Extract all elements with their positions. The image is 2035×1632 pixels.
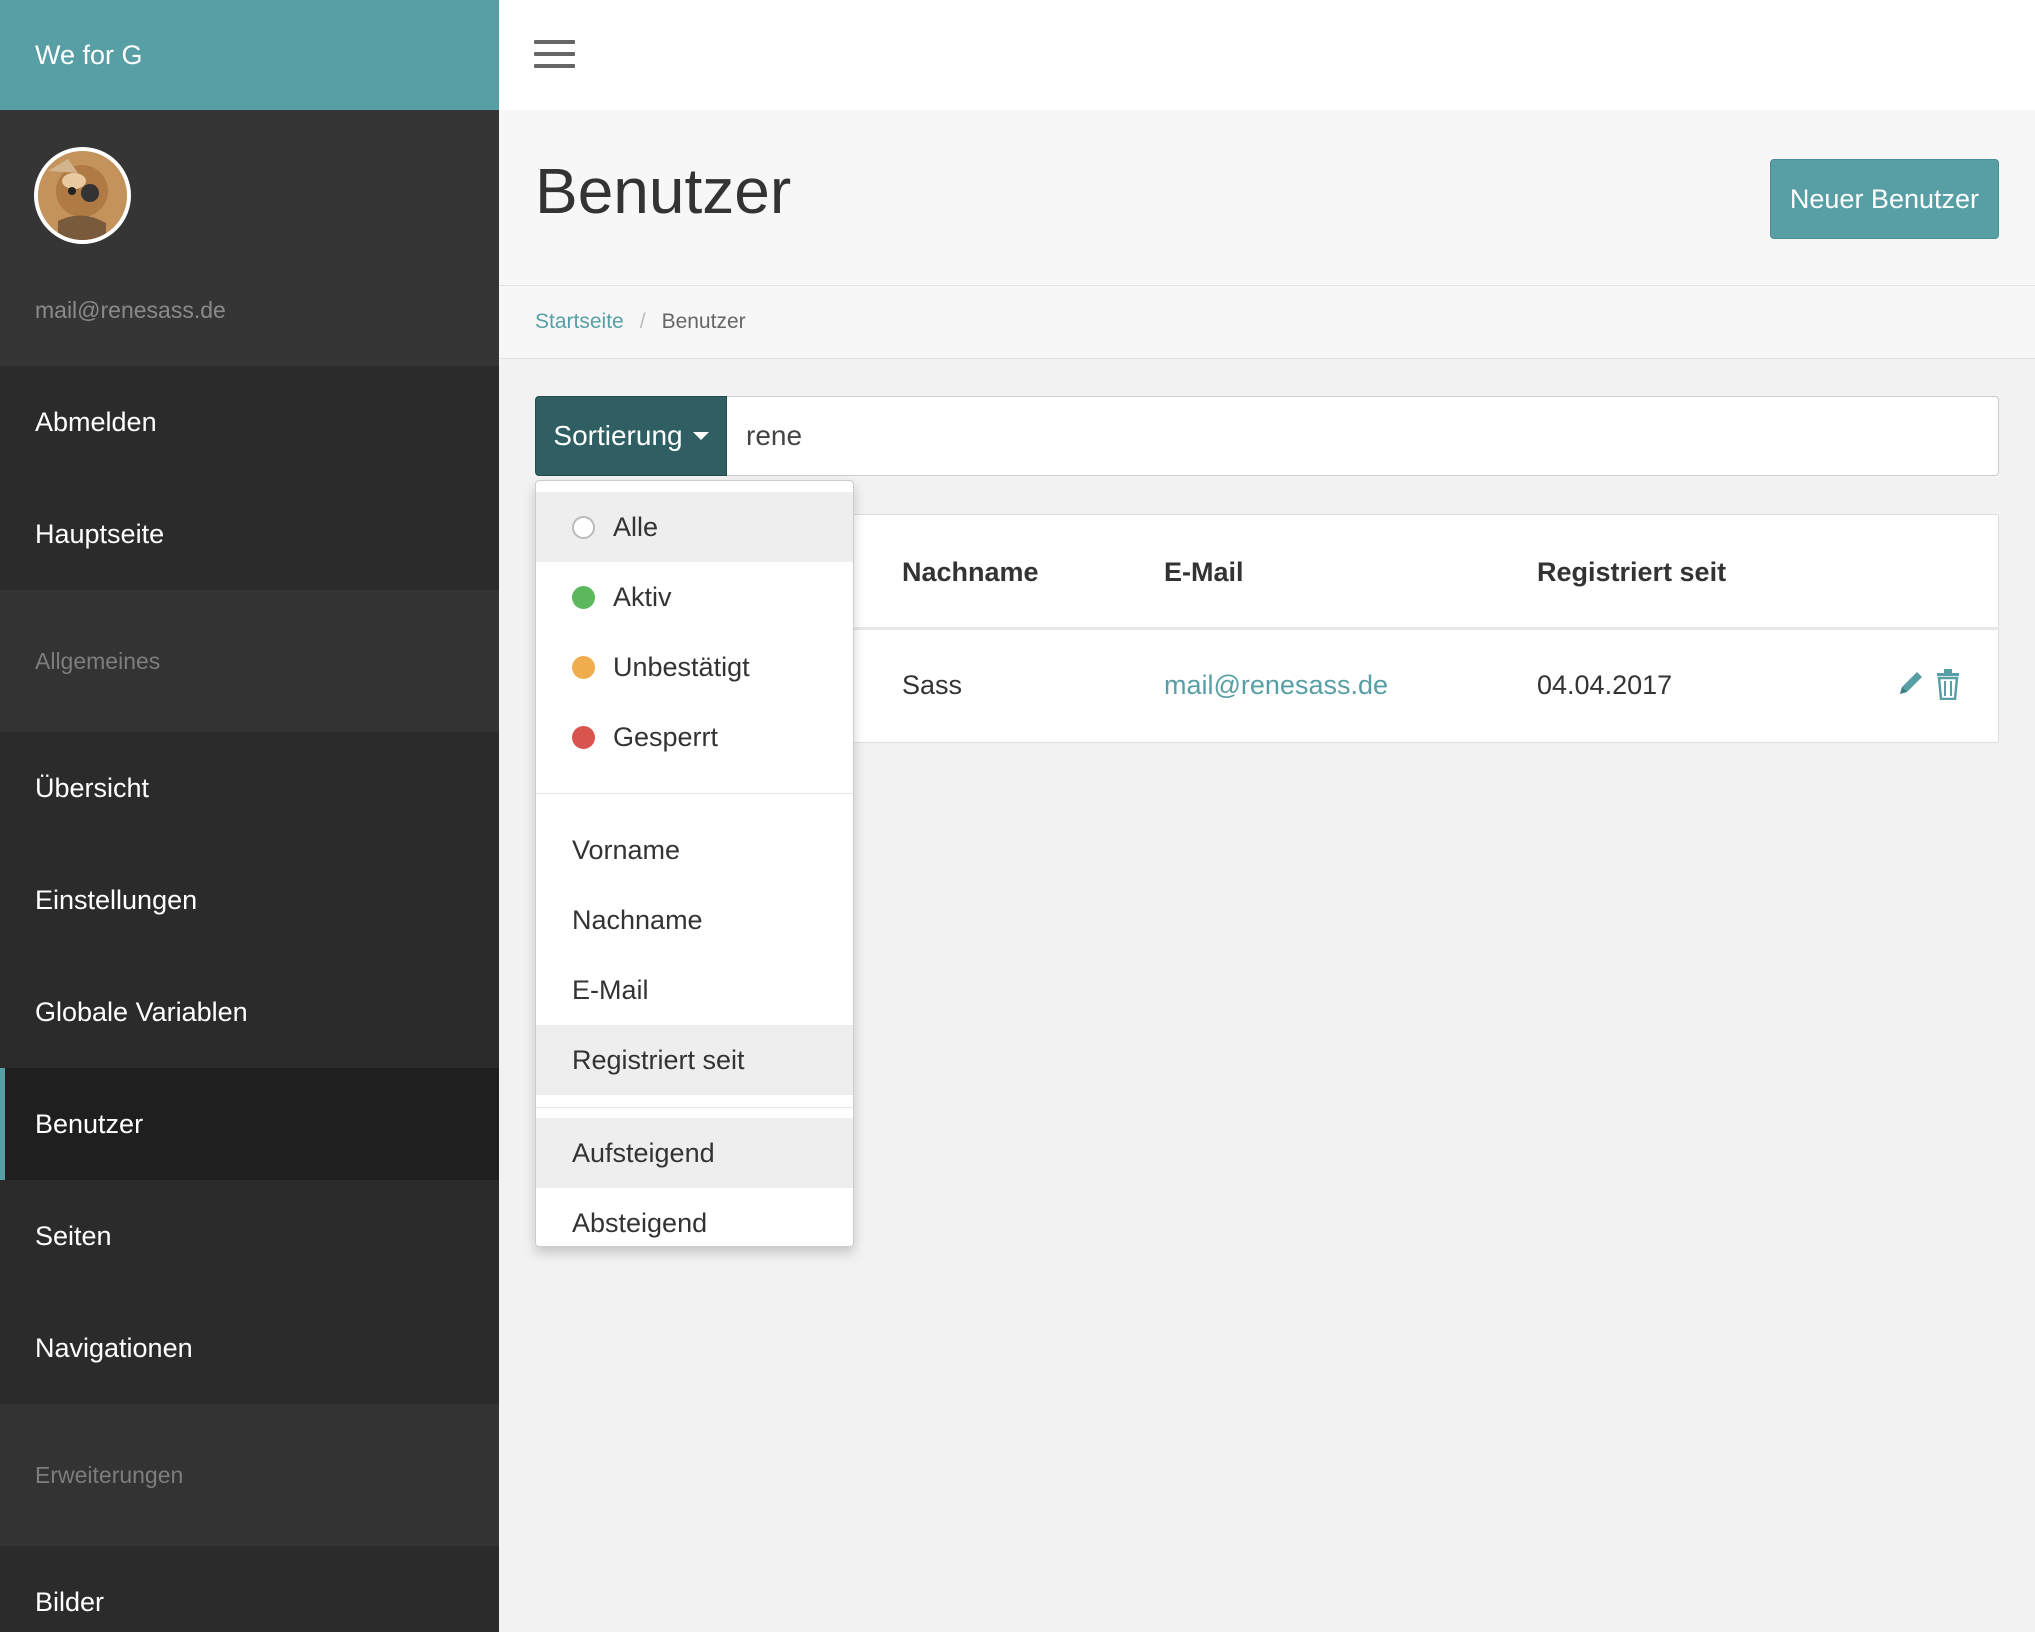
sort-dropdown-button[interactable]: Sortierung — [535, 396, 727, 476]
sort-field-nachname[interactable]: Nachname — [536, 885, 853, 955]
filter-option-label: Aktiv — [613, 581, 672, 612]
sort-button-label: Sortierung — [553, 420, 683, 451]
status-yellow-dot-icon — [572, 655, 595, 679]
cell-nachname: Sass — [902, 670, 963, 700]
brand-title[interactable]: We for G — [0, 0, 499, 110]
trash-icon[interactable] — [1934, 668, 1962, 705]
filter-option-aktiv[interactable]: Aktiv — [536, 562, 853, 632]
user-profile: mail@renesass.de — [0, 110, 499, 366]
breadcrumb-current: Benutzer — [661, 310, 746, 333]
nav-item-benutzer[interactable]: Benutzer — [0, 1068, 499, 1180]
cell-email-link[interactable]: mail@renesass.de — [1164, 670, 1388, 701]
column-header-nachname[interactable]: Nachname — [902, 557, 1039, 588]
sort-field-email[interactable]: E-Mail — [536, 955, 853, 1025]
breadcrumb-home-link[interactable]: Startseite — [535, 310, 624, 334]
edit-icon[interactable] — [1896, 668, 1926, 705]
filter-option-alle[interactable]: Alle — [536, 492, 853, 562]
column-header-email[interactable]: E-Mail — [1164, 557, 1244, 588]
search-input[interactable] — [727, 396, 1999, 476]
nav-item-hauptseite[interactable]: Hauptseite — [0, 478, 499, 590]
filter-option-label: Gesperrt — [613, 721, 719, 752]
status-red-dot-icon — [572, 725, 595, 749]
status-green-dot-icon — [572, 585, 595, 609]
filter-option-label: Alle — [613, 511, 659, 542]
search-bar: Sortierung — [535, 396, 1999, 476]
row-actions — [1896, 668, 1962, 705]
nav-item-bilder[interactable]: Bilder — [0, 1546, 499, 1632]
sidebar: We for G mail@renesass.de Abmelden Haupt… — [0, 0, 499, 1632]
nav-section-erweiterungen: Erweiterungen — [0, 1404, 499, 1546]
sort-order-aufsteigend[interactable]: Aufsteigend — [536, 1118, 853, 1188]
status-empty-icon — [572, 515, 595, 539]
filter-option-unbestaetigt[interactable]: Unbestätigt — [536, 632, 853, 702]
menu-toggle-icon[interactable] — [534, 40, 575, 68]
cell-registriert: 04.04.2017 — [1537, 670, 1673, 700]
sort-field-registriert[interactable]: Registriert seit — [536, 1025, 853, 1095]
sort-field-vorname[interactable]: Vorname — [536, 815, 853, 885]
dropdown-divider — [536, 793, 853, 794]
sort-order-absteigend[interactable]: Absteigend — [536, 1188, 853, 1258]
filter-option-label: Unbestätigt — [613, 651, 750, 682]
nav-item-navigationen[interactable]: Navigationen — [0, 1292, 499, 1404]
nav-item-uebersicht[interactable]: Übersicht — [0, 732, 499, 844]
avatar[interactable] — [34, 147, 131, 244]
page-title: Benutzer — [535, 155, 792, 227]
nav-item-globale-variablen[interactable]: Globale Variablen — [0, 956, 499, 1068]
breadcrumb-separator: / — [639, 310, 646, 333]
nav-item-einstellungen[interactable]: Einstellungen — [0, 844, 499, 956]
page-header: Benutzer Neuer Benutzer — [499, 110, 2035, 286]
breadcrumb: Startseite / Benutzer — [499, 286, 2035, 359]
nav-section-allgemeines: Allgemeines — [0, 590, 499, 732]
caret-down-icon — [692, 432, 709, 440]
user-email: mail@renesass.de — [35, 297, 226, 323]
filter-option-gesperrt[interactable]: Gesperrt — [536, 702, 853, 772]
nav-item-abmelden[interactable]: Abmelden — [0, 366, 499, 478]
column-header-registriert[interactable]: Registriert seit — [1537, 557, 1726, 588]
dropdown-divider — [536, 1107, 853, 1108]
new-user-button[interactable]: Neuer Benutzer — [1769, 159, 1999, 239]
nav-item-seiten[interactable]: Seiten — [0, 1180, 499, 1292]
top-bar — [499, 0, 2035, 110]
sort-dropdown-menu: Alle Aktiv Unbestätigt Gesperrt Vorname … — [535, 480, 854, 1247]
